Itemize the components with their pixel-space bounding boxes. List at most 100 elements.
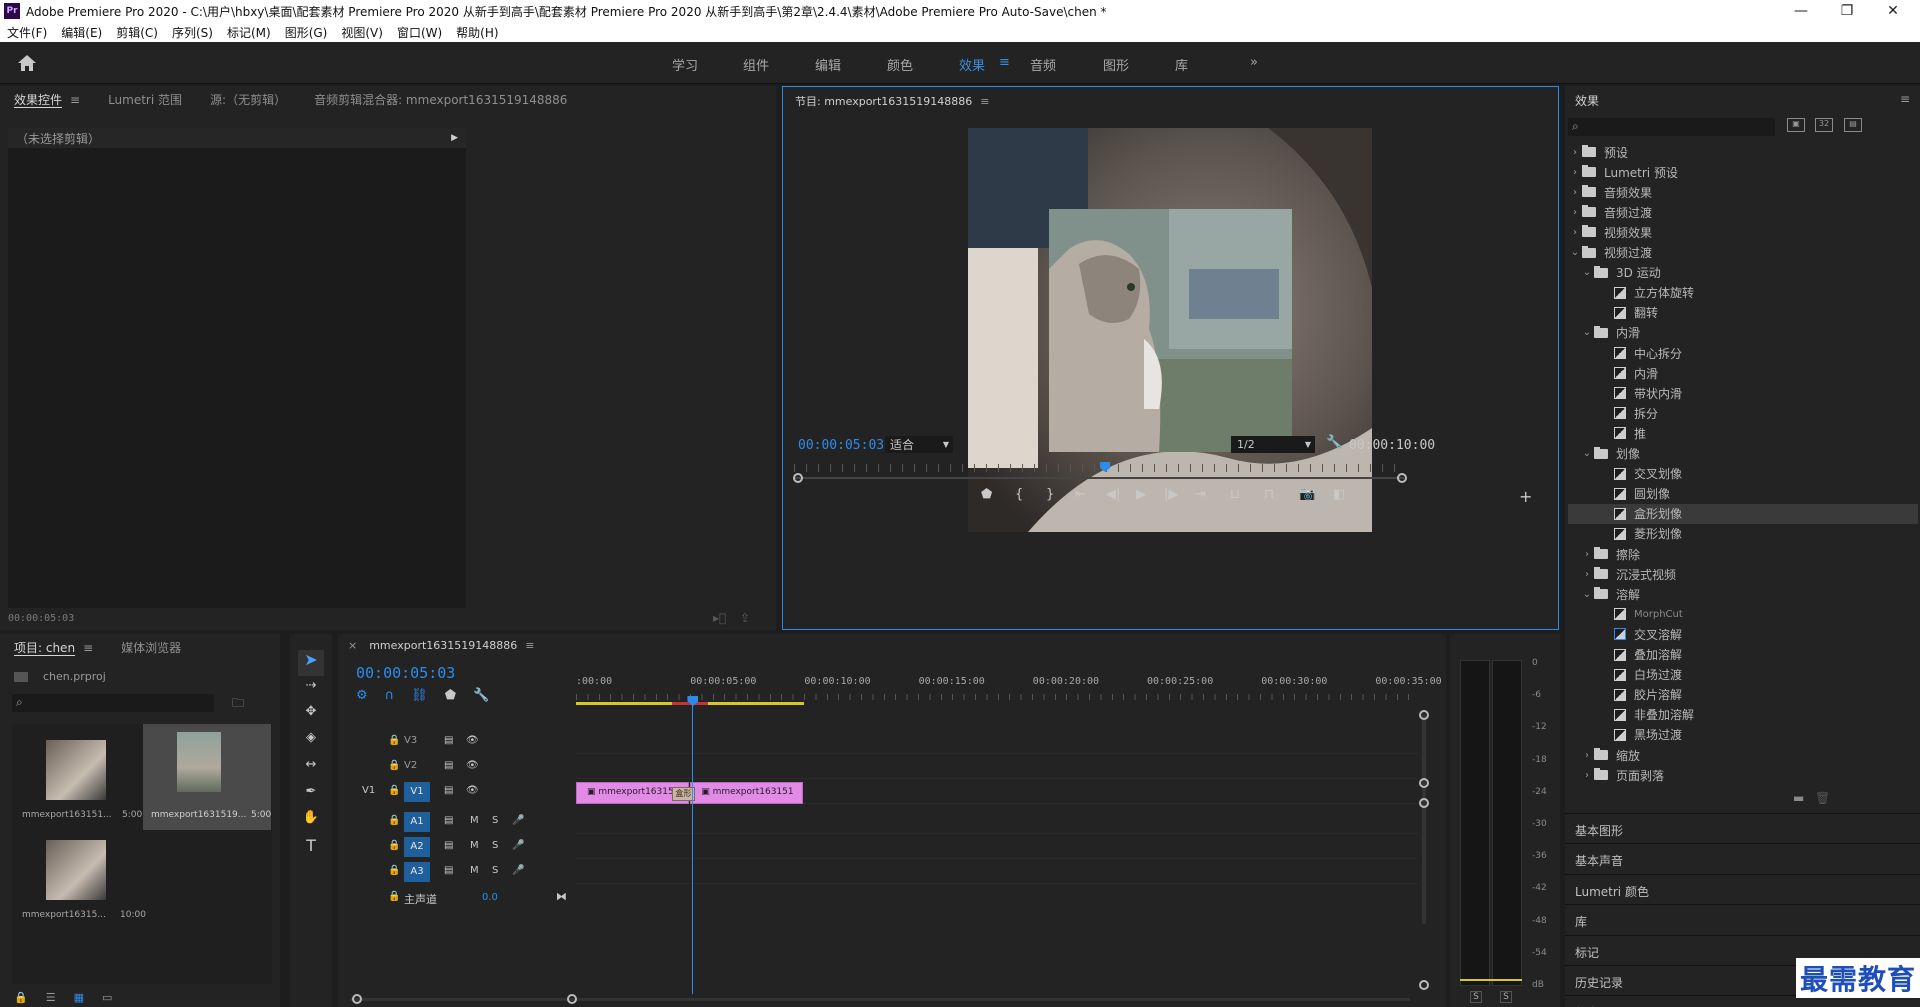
fit-dropdown[interactable]: 适合 ▼ — [885, 436, 953, 453]
sync-lock-icon[interactable]: ▤ — [444, 735, 453, 746]
tab-effect-controls[interactable]: 效果控件 ≡ — [0, 91, 94, 108]
lock-icon[interactable]: 🔒 — [14, 991, 28, 1004]
expand-arrow-icon[interactable]: ▶ — [451, 133, 458, 143]
track-target-v3[interactable]: V3 — [404, 735, 417, 746]
toggle-output-eye-icon[interactable]: 👁 — [466, 785, 479, 796]
program-time-ruler[interactable] — [794, 464, 1404, 472]
project-item[interactable]: mmexport163151... 5:00 — [22, 734, 142, 830]
add-marker-icon[interactable]: ⬟ — [445, 688, 456, 703]
sync-lock-icon[interactable]: ▤ — [444, 760, 453, 771]
mute-button[interactable]: M — [470, 865, 479, 876]
lock-track-icon[interactable]: 🔒 — [388, 865, 400, 876]
effects-folder[interactable]: ⌄ 溶解 — [1568, 584, 1918, 604]
lock-track-icon[interactable]: 🔒 — [388, 760, 400, 771]
toggle-output-eye-icon[interactable]: 👁 — [466, 735, 479, 746]
master-volume-value[interactable]: 0.0 — [482, 892, 498, 903]
freeform-view-icon[interactable]: ▭ — [102, 991, 112, 1004]
effects-folder[interactable]: › 预设 — [1568, 142, 1918, 162]
effect-item[interactable]: 菱形划像 — [1568, 524, 1918, 544]
effect-item[interactable]: 交叉溶解 — [1568, 624, 1918, 644]
menu-help[interactable]: 帮助(H) — [449, 24, 505, 41]
effect-item[interactable]: 拆分 — [1568, 403, 1918, 423]
extract-icon[interactable]: ⊓ — [1264, 487, 1274, 502]
add-marker-icon[interactable]: ⬟ — [981, 487, 992, 502]
lock-track-icon[interactable]: 🔒 — [388, 815, 400, 826]
effects-folder[interactable]: › Lumetri 预设 — [1568, 162, 1918, 182]
solo-left-button[interactable]: S — [1470, 991, 1482, 1003]
menu-marker[interactable]: 标记(M) — [220, 24, 278, 41]
chevron-down-icon[interactable]: ⌄ — [1580, 589, 1594, 600]
pen-tool-icon[interactable]: ✒ — [298, 784, 324, 808]
workspace-libraries[interactable]: 库 — [1175, 55, 1188, 74]
project-item[interactable]: mmexport16315... 10:00 — [22, 834, 146, 930]
box-wipe-transition[interactable]: 盒形 — [671, 787, 695, 801]
tab-lumetri-scopes[interactable]: Lumetri 范围 — [94, 91, 196, 108]
snap-magnet-icon[interactable]: ∩ — [385, 688, 395, 703]
track-lane-a1[interactable] — [576, 812, 1418, 834]
home-icon[interactable] — [16, 53, 38, 73]
side-panel-2[interactable]: Lumetri 颜色 — [1565, 873, 1920, 903]
lock-track-icon[interactable]: 🔒 — [388, 785, 400, 796]
effects-folder[interactable]: ⌄ 内滑 — [1568, 323, 1918, 343]
voiceover-mic-icon[interactable]: 🎤 — [512, 865, 524, 876]
timeline-timecode[interactable]: 00:00:05:03 — [356, 664, 455, 682]
minimize-button[interactable]: — — [1778, 0, 1824, 22]
track-target-a1[interactable]: A1 — [404, 812, 430, 832]
chevron-right-icon[interactable]: › — [1580, 750, 1594, 761]
workspace-audio[interactable]: 音频 — [1030, 55, 1056, 74]
effect-item[interactable]: 非叠加溶解 — [1568, 705, 1918, 725]
effect-item[interactable]: 带状内滑 — [1568, 383, 1918, 403]
chevron-right-icon[interactable]: › — [1568, 227, 1582, 238]
chevron-right-icon[interactable]: › — [1568, 187, 1582, 198]
project-search-input[interactable]: ⌕ — [12, 694, 214, 712]
chevron-right-icon[interactable]: › — [1568, 207, 1582, 218]
vertical-scroll-handle[interactable] — [1419, 798, 1429, 808]
master-end-icon[interactable]: ⧓ — [556, 890, 567, 903]
lock-track-icon[interactable]: 🔒 — [388, 891, 400, 902]
sync-lock-icon[interactable]: ▤ — [444, 865, 453, 876]
razor-tool-icon[interactable]: ◈ — [298, 730, 324, 754]
32bit-effects-icon[interactable]: 32 — [1815, 118, 1833, 132]
effects-folder[interactable]: ⌄ 划像 — [1568, 444, 1918, 464]
effect-item[interactable]: 中心拆分 — [1568, 343, 1918, 363]
mute-button[interactable]: M — [470, 840, 479, 851]
selection-tool-icon[interactable]: ➤ — [298, 650, 324, 676]
menu-file[interactable]: 文件(F) — [0, 24, 54, 41]
maximize-button[interactable]: ❐ — [1824, 0, 1870, 22]
effects-folder[interactable]: › 页面剥落 — [1568, 765, 1918, 785]
go-to-in-icon[interactable]: ⇤ — [1075, 487, 1086, 502]
sync-lock-icon[interactable]: ▤ — [444, 815, 453, 826]
menu-view[interactable]: 视图(V) — [334, 24, 390, 41]
tab-project[interactable]: 项目: chen ≡ — [0, 639, 107, 656]
vertical-scrollbar[interactable] — [1422, 714, 1426, 924]
effects-folder[interactable]: ⌄ 视频过渡 — [1568, 243, 1918, 263]
video-clip[interactable]: ▣ mmexport163151 — [690, 782, 804, 804]
effect-item[interactable]: 白场过渡 — [1568, 665, 1918, 685]
solo-right-button[interactable]: S — [1500, 991, 1512, 1003]
effect-item[interactable]: MorphCut — [1568, 604, 1918, 624]
workspace-color[interactable]: 颜色 — [887, 55, 913, 74]
effects-search-input[interactable]: ⌕ — [1568, 118, 1775, 136]
horizontal-scroll-handle[interactable] — [352, 994, 362, 1004]
track-target-a3[interactable]: A3 — [404, 862, 430, 882]
filter-icon[interactable]: ▸⃒ — [713, 611, 726, 625]
track-target-v1[interactable]: V1 — [404, 782, 430, 802]
mark-out-icon[interactable]: } — [1046, 487, 1054, 502]
project-item-selected[interactable]: mmexport1631519... 5:00 — [143, 724, 271, 830]
effects-folder[interactable]: › 擦除 — [1568, 544, 1918, 564]
lift-icon[interactable]: ⊔ — [1230, 487, 1240, 502]
workspace-learn[interactable]: 学习 — [672, 55, 698, 74]
menu-window[interactable]: 窗口(W) — [390, 24, 449, 41]
effect-item[interactable]: 胶片溶解 — [1568, 685, 1918, 705]
voiceover-mic-icon[interactable]: 🎤 — [512, 815, 524, 826]
yuv-effects-icon[interactable]: ▤ — [1844, 118, 1862, 132]
track-target-a2[interactable]: A2 — [404, 837, 430, 857]
effect-item[interactable]: 推 — [1568, 423, 1918, 443]
ripple-edit-tool-icon[interactable]: ✥ — [298, 704, 324, 728]
tab-source[interactable]: 源:（无剪辑） — [196, 91, 300, 108]
chevron-right-icon[interactable]: › — [1568, 167, 1582, 178]
type-tool-icon[interactable]: T — [298, 836, 324, 860]
effect-item[interactable]: 黑场过渡 — [1568, 725, 1918, 745]
effects-folder[interactable]: › 沉浸式视频 — [1568, 564, 1918, 584]
effects-folder[interactable]: ⌄ 3D 运动 — [1568, 263, 1918, 283]
